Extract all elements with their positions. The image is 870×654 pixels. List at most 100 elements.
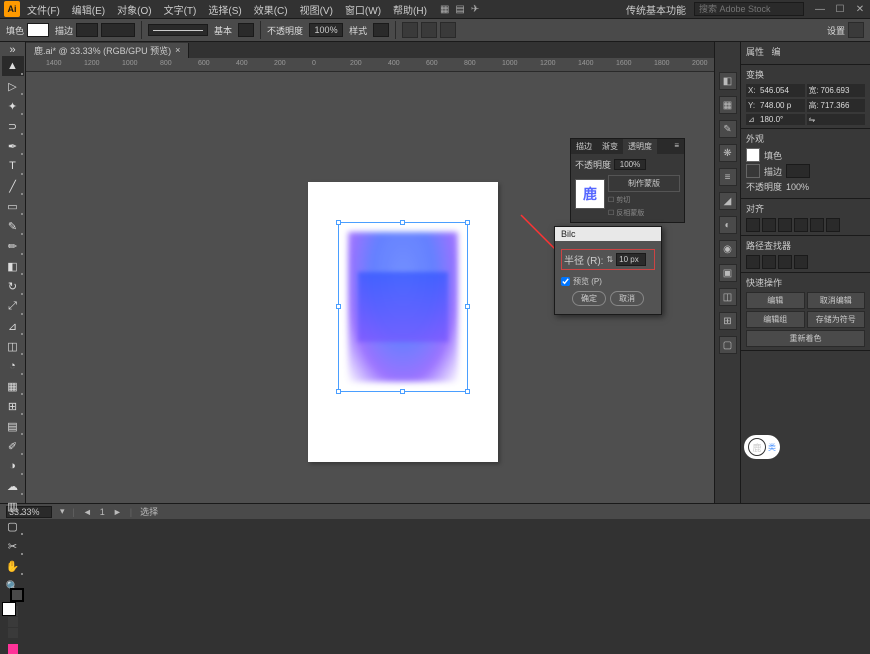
- tool-eraser[interactable]: ◧: [2, 256, 24, 276]
- pf-minus-icon[interactable]: [762, 255, 776, 269]
- menu-view[interactable]: 视图(V): [295, 1, 338, 18]
- handle-bl[interactable]: [336, 389, 341, 394]
- menu-object[interactable]: 对象(O): [112, 1, 156, 18]
- align-vcenter-icon[interactable]: [810, 218, 824, 232]
- tab-transparency[interactable]: 透明度: [623, 139, 657, 154]
- align-bottom-icon[interactable]: [826, 218, 840, 232]
- make-mask-button[interactable]: 制作蒙版: [608, 175, 680, 192]
- tool-lasso[interactable]: ⊃: [2, 116, 24, 136]
- color-panel-icon[interactable]: ◧: [719, 72, 737, 90]
- tool-gradient[interactable]: ▤: [2, 416, 24, 436]
- minimize-button[interactable]: —: [814, 4, 826, 15]
- tool-perspective[interactable]: ▦: [2, 376, 24, 396]
- tab-close-icon[interactable]: ×: [175, 45, 180, 55]
- workspace-switcher[interactable]: 传统基本功能: [620, 1, 692, 18]
- handle-l[interactable]: [336, 304, 341, 309]
- menu-select[interactable]: 选择(S): [203, 1, 246, 18]
- appear-fill-swatch[interactable]: [746, 148, 760, 162]
- handle-t[interactable]: [400, 220, 405, 225]
- draw-mode-inside[interactable]: [8, 628, 18, 638]
- tp-opacity-input[interactable]: [614, 159, 646, 170]
- transform-angle[interactable]: 180.0°: [760, 115, 803, 124]
- pf-exclude-icon[interactable]: [794, 255, 808, 269]
- menu-effect[interactable]: 效果(C): [249, 1, 293, 18]
- gradient-panel-icon[interactable]: ◢: [719, 192, 737, 210]
- cancel-button[interactable]: 取消: [610, 291, 644, 306]
- artboard-nav-next[interactable]: ►: [113, 507, 122, 517]
- opacity-input[interactable]: [309, 23, 343, 37]
- edit-button[interactable]: 编辑: [746, 292, 805, 309]
- tab-stroke[interactable]: 描边: [571, 139, 597, 154]
- tool-type[interactable]: T: [2, 156, 24, 176]
- transform-y[interactable]: 748.00 p: [760, 101, 803, 110]
- appear-stroke-weight[interactable]: [786, 164, 810, 178]
- tool-magic-wand[interactable]: ✦: [2, 96, 24, 116]
- maximize-button[interactable]: ☐: [834, 4, 846, 15]
- preview-checkbox[interactable]: [561, 277, 570, 286]
- stock-icon[interactable]: ▤: [455, 4, 464, 15]
- search-input[interactable]: [694, 2, 804, 16]
- doc-setup-button[interactable]: 设置: [827, 24, 845, 37]
- menu-type[interactable]: 文字(T): [159, 1, 202, 18]
- edit-group-button[interactable]: 编辑组: [746, 311, 805, 328]
- transform-icon[interactable]: [421, 22, 437, 38]
- tool-pen[interactable]: ✒: [2, 136, 24, 156]
- stepper-icon[interactable]: ⇅: [606, 255, 613, 264]
- tool-scale[interactable]: ⤢: [2, 296, 24, 316]
- align-hcenter-icon[interactable]: [762, 218, 776, 232]
- pf-intersect-icon[interactable]: [778, 255, 792, 269]
- tool-pencil[interactable]: ✏: [2, 236, 24, 256]
- fill-color[interactable]: [2, 602, 16, 616]
- appearance-panel-icon[interactable]: ◉: [719, 240, 737, 258]
- save-symbol-button[interactable]: 存储为符号: [807, 311, 866, 328]
- close-button[interactable]: ✕: [854, 4, 866, 15]
- document-tab[interactable]: 鹿.ai* @ 33.33% (RGB/GPU 预览) ×: [26, 43, 189, 58]
- tool-symbol-spray[interactable]: ☁: [2, 476, 24, 496]
- tool-artboard[interactable]: ▢: [2, 516, 24, 536]
- tool-brush[interactable]: ✎: [2, 216, 24, 236]
- tool-selection[interactable]: ▲: [2, 56, 24, 76]
- align-left-icon[interactable]: [746, 218, 760, 232]
- handle-tr[interactable]: [465, 220, 470, 225]
- tp-thumbnail[interactable]: 鹿: [575, 179, 605, 209]
- stroke-weight-input[interactable]: [101, 23, 135, 37]
- screen-mode[interactable]: [8, 644, 18, 654]
- handle-r[interactable]: [465, 304, 470, 309]
- tool-width[interactable]: ⊿: [2, 316, 24, 336]
- symbols-panel-icon[interactable]: ❋: [719, 144, 737, 162]
- pf-unite-icon[interactable]: [746, 255, 760, 269]
- appear-opacity-value[interactable]: 100%: [786, 182, 809, 192]
- tool-rectangle[interactable]: ▭: [2, 196, 24, 216]
- menu-window[interactable]: 窗口(W): [340, 1, 386, 18]
- tool-blend[interactable]: ◑: [2, 456, 24, 476]
- layers-panel-icon[interactable]: ◫: [719, 288, 737, 306]
- align-right-icon[interactable]: [778, 218, 792, 232]
- transform-h[interactable]: 717.366: [821, 101, 864, 110]
- bridge-icon[interactable]: ▦: [440, 4, 449, 15]
- tool-direct-select[interactable]: ▷: [2, 76, 24, 96]
- tool-free-transform[interactable]: ◫: [2, 336, 24, 356]
- tool-graph[interactable]: ▥: [2, 496, 24, 516]
- transform-w[interactable]: 706.693: [821, 86, 864, 95]
- collapse-icon[interactable]: »: [2, 44, 24, 56]
- swatches-panel-icon[interactable]: ▦: [719, 96, 737, 114]
- prefs-icon[interactable]: [848, 22, 864, 38]
- tab-gradient[interactable]: 渐变: [597, 139, 623, 154]
- stroke-color[interactable]: [10, 588, 24, 602]
- stroke-panel-icon[interactable]: ≡: [719, 168, 737, 186]
- draw-mode-behind[interactable]: [8, 617, 18, 627]
- isolate-icon[interactable]: [440, 22, 456, 38]
- tool-mesh[interactable]: ⊞: [2, 396, 24, 416]
- handle-br[interactable]: [465, 389, 470, 394]
- transparency-panel-icon[interactable]: ◐: [719, 216, 737, 234]
- artboard-nav-prev[interactable]: ◄: [83, 507, 92, 517]
- tool-hand[interactable]: ✋: [2, 556, 24, 576]
- ok-button[interactable]: 确定: [572, 291, 606, 306]
- appear-stroke-swatch[interactable]: [746, 164, 760, 178]
- fill-swatch[interactable]: [27, 23, 49, 37]
- stroke-swatch[interactable]: [76, 23, 98, 37]
- asset-panel-icon[interactable]: ⊞: [719, 312, 737, 330]
- handle-b[interactable]: [400, 389, 405, 394]
- graphic-styles-panel-icon[interactable]: ▣: [719, 264, 737, 282]
- transform-x[interactable]: 546.054: [760, 86, 803, 95]
